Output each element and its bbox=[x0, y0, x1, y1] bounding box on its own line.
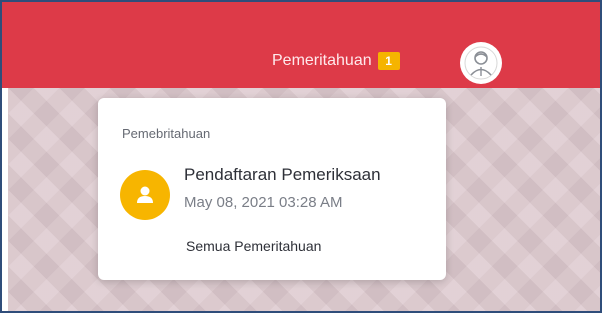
dropdown-header: Pemebritahuan bbox=[122, 126, 211, 141]
notifications-link[interactable]: Pemeritahuan 1 bbox=[272, 52, 400, 70]
app-window: Pemeritahuan 1 Pemebritahuan Pendaftaran… bbox=[0, 0, 602, 313]
user-avatar-icon bbox=[464, 46, 498, 80]
notifications-dropdown: Pemebritahuan Pendaftaran Pemeriksaan Ma… bbox=[98, 98, 446, 280]
user-icon bbox=[120, 170, 170, 220]
user-avatar-button[interactable] bbox=[460, 42, 502, 84]
notifications-count-badge: 1 bbox=[377, 52, 400, 70]
notification-title: Pendaftaran Pemeriksaan bbox=[184, 165, 381, 184]
notification-time: May 08, 2021 03:28 AM bbox=[184, 194, 343, 211]
notification-item[interactable]: Pendaftaran Pemeriksaan May 08, 2021 03:… bbox=[120, 164, 436, 228]
notifications-label: Pemeritahuan bbox=[272, 52, 372, 69]
top-navbar: Pemeritahuan 1 bbox=[2, 2, 600, 88]
see-all-notifications-link[interactable]: Semua Pemeritahuan bbox=[186, 238, 321, 254]
left-strip bbox=[2, 88, 8, 311]
